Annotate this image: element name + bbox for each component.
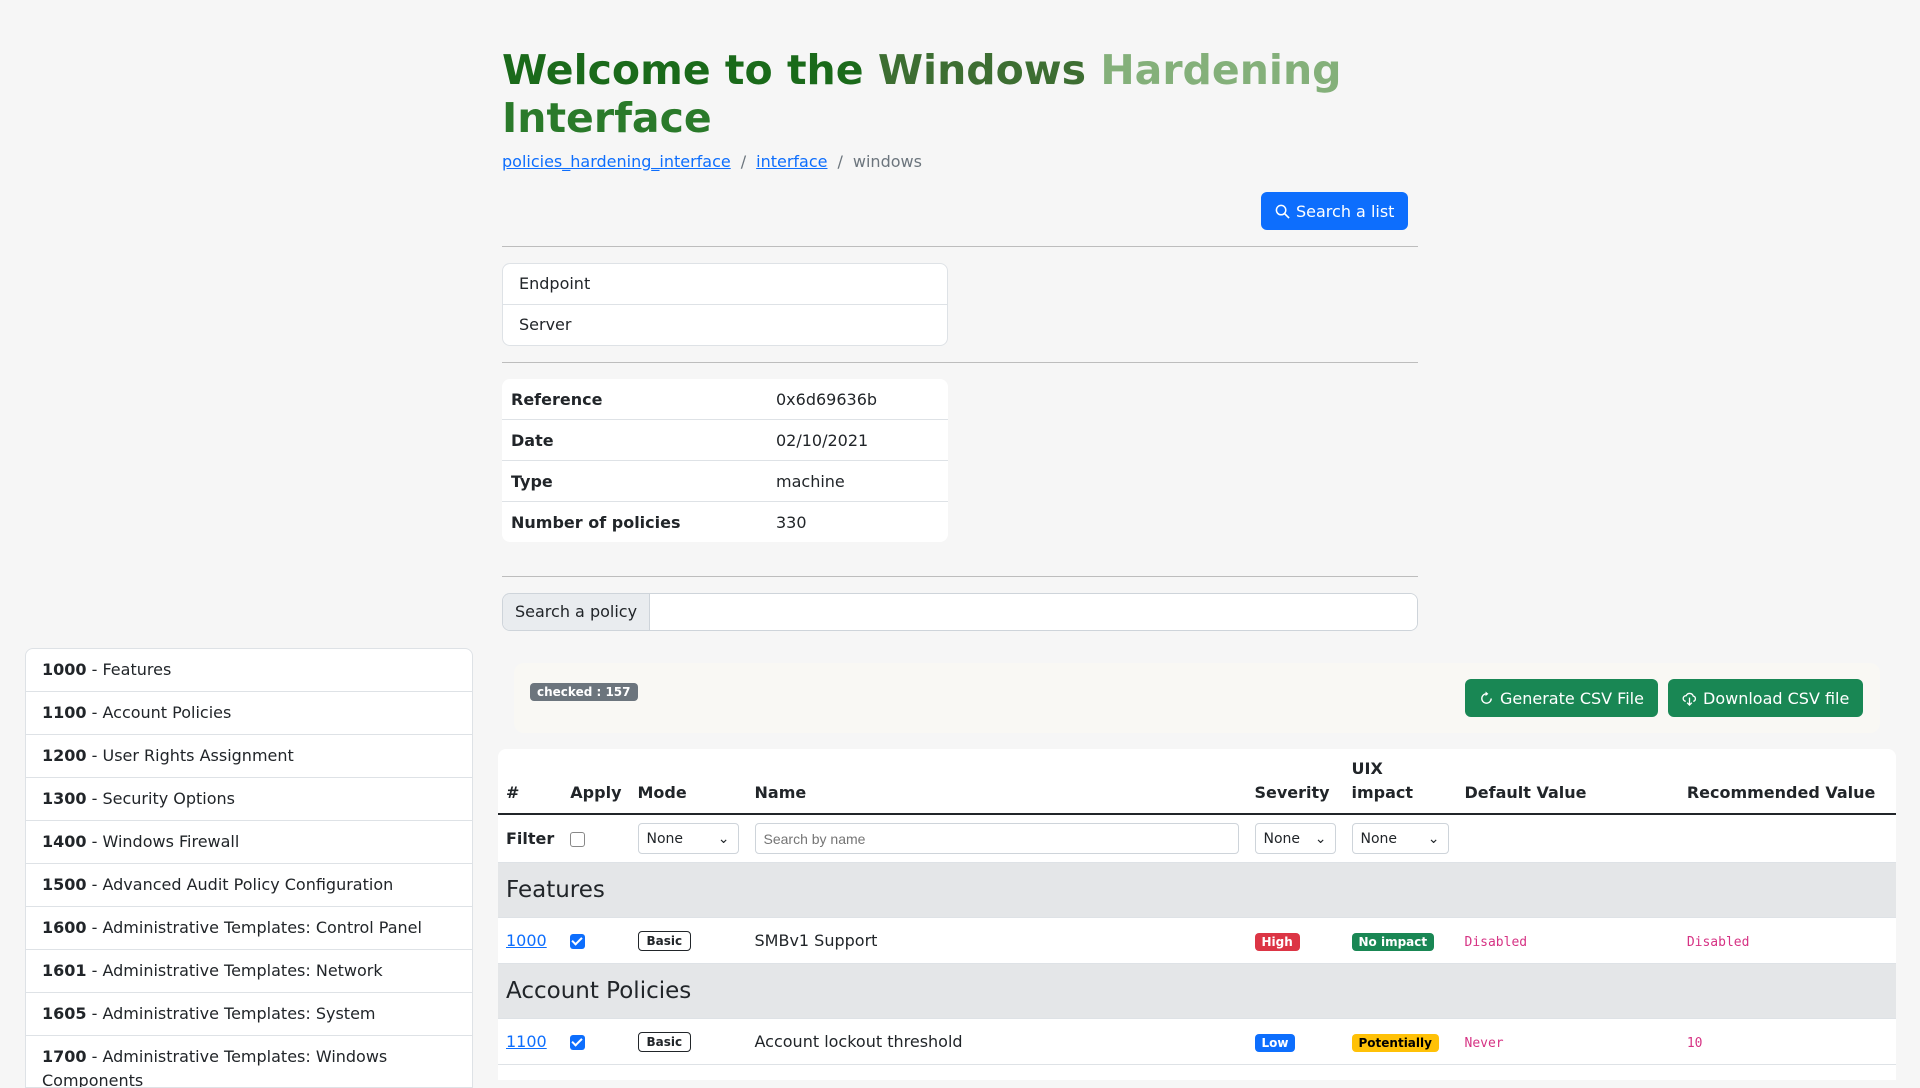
search-policy-group: Search a policy xyxy=(502,593,1418,631)
filter-mode-select[interactable]: None ⌄ xyxy=(637,823,739,854)
table-row: 1100 Basic Account lockout threshold Low… xyxy=(498,1018,1896,1065)
sidebar-item-1200[interactable]: 1200 - User Rights Assignment xyxy=(26,735,472,778)
policy-name: SMBv1 Support xyxy=(746,917,1247,964)
policy-id-link[interactable]: 1100 xyxy=(506,1032,547,1051)
col-header-apply: Apply xyxy=(562,749,630,815)
breadcrumb-link-interface[interactable]: interface xyxy=(756,152,827,171)
col-header-mode: Mode xyxy=(629,749,747,815)
title-word-welcome: Welcome to the xyxy=(502,46,878,94)
filter-severity-select[interactable]: None ⌄ xyxy=(1254,823,1336,854)
info-row: Date 02/10/2021 xyxy=(502,420,948,461)
sidebar-item-1700[interactable]: 1700 - Administrative Templates: Windows… xyxy=(26,1036,472,1087)
title-word-windows: Windows xyxy=(877,46,1101,94)
section-header-row: Features xyxy=(498,862,1896,918)
apply-checkbox[interactable] xyxy=(570,934,586,949)
chevron-down-icon: ⌄ xyxy=(1427,830,1440,847)
col-header-number: # xyxy=(498,749,563,815)
breadcrumb-link-root[interactable]: policies_hardening_interface xyxy=(502,152,731,171)
uix-impact-badge: Potentially xyxy=(1351,1033,1439,1052)
sidebar-item-1300[interactable]: 1300 - Security Options xyxy=(26,778,472,821)
recommended-value: 10 xyxy=(1686,1036,1703,1051)
list-item-endpoint[interactable]: Endpoint xyxy=(503,264,947,305)
info-row: Number of policies 330 xyxy=(511,512,807,532)
sidebar: 1000 - Features 1100 - Account Policies … xyxy=(25,648,473,1088)
search-list-button[interactable]: Search a list xyxy=(1261,192,1409,230)
col-header-name: Name xyxy=(746,749,1247,815)
sidebar-item-1000[interactable]: 1000 - Features xyxy=(26,649,472,692)
severity-badge: High xyxy=(1254,932,1300,951)
sidebar-item-1500[interactable]: 1500 - Advanced Audit Policy Configurati… xyxy=(26,864,472,907)
divider xyxy=(502,362,1418,363)
section-title: Account Policies xyxy=(498,963,1896,1019)
download-csv-button[interactable]: Download CSV file xyxy=(1668,679,1864,717)
cloud-download-icon xyxy=(1682,692,1697,706)
page-title: Welcome to the Windows Hardening Interfa… xyxy=(502,46,1402,142)
section-title: Features xyxy=(498,862,1896,918)
sidebar-item-1601[interactable]: 1601 - Administrative Templates: Network xyxy=(26,950,472,993)
chevron-down-icon: ⌄ xyxy=(1314,830,1327,847)
info-row: Reference 0x6d69636b xyxy=(502,379,948,420)
search-policy-input[interactable] xyxy=(650,594,1417,630)
info-row: Type machine xyxy=(502,461,948,502)
table-row: 1000 Basic SMBv1 Support High No impact … xyxy=(498,917,1896,964)
checked-count-badge: checked : 157 xyxy=(530,683,638,701)
search-icon xyxy=(1275,204,1290,219)
col-header-uix-impact: UIX impact xyxy=(1343,749,1457,815)
apply-checkbox[interactable] xyxy=(570,1035,586,1050)
divider xyxy=(502,246,1418,247)
list-item-server[interactable]: Server xyxy=(503,305,947,345)
mode-badge: Basic xyxy=(637,931,692,951)
sidebar-item-1600[interactable]: 1600 - Administrative Templates: Control… xyxy=(26,907,472,950)
default-value: Disabled xyxy=(1464,935,1528,950)
info-table: Reference 0x6d69636b Date 02/10/2021 Type m… xyxy=(502,379,948,542)
breadcrumb: policies_hardening_interface / interface / w… xyxy=(502,152,922,171)
col-header-default-value: Default Value xyxy=(1456,749,1679,815)
policy-toolbar: checked : 157 Generate CSV File Download… xyxy=(514,663,1880,733)
search-policy-label: Search a policy xyxy=(503,594,651,630)
col-header-severity: Severity xyxy=(1246,749,1344,815)
title-word-hardening: Hardening xyxy=(1100,46,1342,94)
filter-label: Filter xyxy=(506,829,555,848)
sidebar-item-1605[interactable]: 1605 - Administrative Templates: System xyxy=(26,993,472,1036)
sidebar-item-1400[interactable]: 1400 - Windows Firewall xyxy=(26,821,472,864)
filter-row: Filter None⌄ None⌄ None⌄ xyxy=(498,814,1896,863)
table-header-row: # Apply Mode Name Severity UIX impact De… xyxy=(498,749,1896,815)
filter-apply-checkbox[interactable] xyxy=(570,832,586,847)
generate-csv-button[interactable]: Generate CSV File xyxy=(1465,679,1658,717)
col-header-recommended-value: Recommended Value xyxy=(1678,749,1896,815)
mode-badge: Basic xyxy=(637,1032,692,1052)
policy-name: Account lockout threshold xyxy=(746,1018,1247,1065)
uix-impact-badge: No impact xyxy=(1351,932,1435,951)
section-header-row: Account Policies xyxy=(498,963,1896,1019)
list-group: Endpoint Server xyxy=(502,263,948,346)
title-word-interface: Interface xyxy=(502,94,712,142)
sidebar-item-1100[interactable]: 1100 - Account Policies xyxy=(26,692,472,735)
policies-table: # Apply Mode Name Severity UIX impact De… xyxy=(498,749,1896,1080)
breadcrumb-current: windows xyxy=(852,152,922,171)
divider xyxy=(502,576,1418,577)
chevron-down-icon: ⌄ xyxy=(717,830,730,847)
filter-name-input[interactable] xyxy=(754,823,1239,854)
filter-uix-select[interactable]: None ⌄ xyxy=(1351,823,1449,854)
default-value: Never xyxy=(1464,1036,1504,1051)
severity-badge: Low xyxy=(1254,1033,1296,1052)
policy-id-link[interactable]: 1000 xyxy=(506,931,547,950)
recommended-value: Disabled xyxy=(1686,935,1750,950)
refresh-icon xyxy=(1481,690,1492,704)
